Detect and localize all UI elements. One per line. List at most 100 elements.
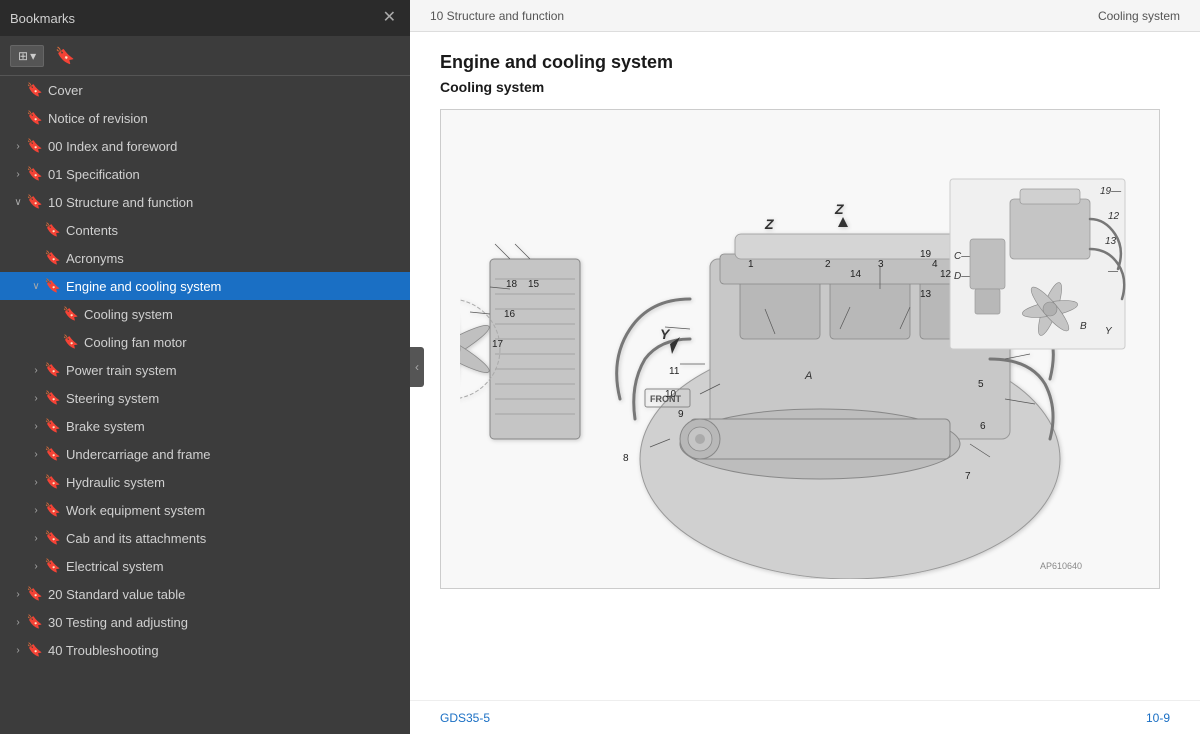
engine-diagram: Z Z Y A FRONT [440, 109, 1160, 589]
label-16: 16 [504, 309, 516, 320]
sidebar-item-engine-cooling[interactable]: ∨🔖Engine and cooling system [0, 272, 410, 300]
sidebar-item-cab[interactable]: ›🔖 Cab and its attachments [0, 524, 410, 552]
sidebar-item-hydraulic[interactable]: ›🔖Hydraulic system [0, 468, 410, 496]
sidebar-item-undercarriage[interactable]: ›🔖Undercarriage and frame [0, 440, 410, 468]
sidebar-item-10-structure[interactable]: ∨🔖 10 Structure and function [0, 188, 410, 216]
sidebar-item-electrical[interactable]: ›🔖Electrical system [0, 552, 410, 580]
label-7: 7 [965, 471, 971, 482]
sidebar-toggle[interactable]: ‹ [410, 347, 424, 387]
sidebar: Bookmarks ✕ ⊞ ▾ 🔖 🔖 Cover 🔖Notice of revis… [0, 0, 410, 734]
svg-text:13: 13 [1105, 236, 1117, 247]
label-17: 17 [492, 339, 504, 350]
sidebar-item-work-equip[interactable]: ›🔖Work equipment system [0, 496, 410, 524]
sidebar-item-label: Cooling fan motor [84, 335, 402, 350]
label-13: 13 [920, 289, 932, 300]
svg-text:—: — [1107, 266, 1119, 277]
label-10: 10 [665, 389, 677, 400]
bookmark-icon: 🔖 [44, 250, 62, 266]
bookmark-icon: 🔖 [26, 138, 44, 154]
chevron-icon: › [10, 169, 26, 180]
label-19: 19 [920, 249, 932, 260]
page-footer: GDS35-5 10-9 [410, 700, 1200, 734]
sidebar-item-00-index[interactable]: ›🔖00 Index and foreword [0, 132, 410, 160]
chevron-icon: › [28, 477, 44, 488]
bookmark-icon: 🔖 [44, 502, 62, 518]
main-content: 10 Structure and function Cooling system… [410, 0, 1200, 734]
sidebar-item-label: 00 Index and foreword [48, 139, 402, 154]
bookmark-icon-button[interactable]: 🔖 [50, 44, 80, 68]
bookmark-icon: 🔖 [44, 222, 62, 238]
sidebar-item-acronyms[interactable]: 🔖 Acronyms [0, 244, 410, 272]
sidebar-item-30-testing[interactable]: ›🔖 30 Testing and adjusting [0, 608, 410, 636]
chevron-icon: ∨ [10, 197, 26, 208]
bookmark-icon: 🔖 [26, 614, 44, 630]
sidebar-item-40-trouble[interactable]: ›🔖 40 Troubleshooting [0, 636, 410, 664]
page-header-right: Cooling system [1098, 9, 1180, 23]
label-6: 6 [980, 421, 986, 432]
svg-text:19—: 19— [1100, 186, 1122, 197]
chevron-icon: › [28, 533, 44, 544]
sidebar-item-cooling-system[interactable]: 🔖Cooling system [0, 300, 410, 328]
svg-text:Z: Z [764, 216, 774, 232]
sidebar-item-label: Hydraulic system [66, 475, 402, 490]
bookmark-icon: 🔖 [62, 334, 80, 350]
sidebar-item-steering[interactable]: ›🔖 Steering system [0, 384, 410, 412]
layout-icon: ⊞ [18, 49, 28, 63]
chevron-icon: ∨ [28, 281, 44, 292]
sidebar-item-notice[interactable]: 🔖Notice of revision [0, 104, 410, 132]
sidebar-item-20-standard[interactable]: ›🔖20 Standard value table [0, 580, 410, 608]
bookmark-icon: 🔖 [44, 530, 62, 546]
sidebar-item-label: Brake system [66, 419, 402, 434]
sidebar-item-label: 20 Standard value table [48, 587, 402, 602]
layout-button[interactable]: ⊞ ▾ [10, 45, 44, 67]
label-1: 1 [748, 259, 754, 270]
bookmark-icon: 🔖 [26, 642, 44, 658]
sidebar-header: Bookmarks ✕ [0, 0, 410, 36]
label-4: 4 [932, 259, 938, 270]
close-button[interactable]: ✕ [379, 8, 400, 28]
bookmark-icon: 🔖 [44, 390, 62, 406]
sidebar-toolbar: ⊞ ▾ 🔖 [0, 36, 410, 76]
sidebar-item-label: 30 Testing and adjusting [48, 615, 402, 630]
dropdown-arrow: ▾ [30, 49, 36, 63]
label-9: 9 [678, 409, 684, 420]
sidebar-item-label: Undercarriage and frame [66, 447, 402, 462]
chevron-icon: › [28, 449, 44, 460]
page-body[interactable]: Engine and cooling system Cooling system [410, 32, 1200, 700]
svg-text:Z: Z [834, 201, 844, 217]
footer-right: 10-9 [1146, 711, 1170, 725]
sidebar-item-label: Cab and its attachments [66, 531, 402, 546]
sidebar-content[interactable]: 🔖Cover🔖Notice of revision›🔖00 Index and … [0, 76, 410, 734]
label-3: 3 [878, 259, 884, 270]
label-5: 5 [978, 379, 984, 390]
chevron-icon: › [10, 617, 26, 628]
sidebar-item-label: Cover [48, 83, 402, 98]
bookmark-icon: 🔖 [26, 82, 44, 98]
sidebar-item-01-spec[interactable]: ›🔖01 Specification [0, 160, 410, 188]
label-12: 12 [940, 269, 952, 280]
bookmark-icon: 🔖 [44, 418, 62, 434]
sidebar-item-cover[interactable]: 🔖 Cover [0, 76, 410, 104]
bookmark-icon: 🔖 [26, 194, 44, 210]
sidebar-item-label: Acronyms [66, 251, 402, 266]
sidebar-item-brake[interactable]: ›🔖Brake system [0, 412, 410, 440]
chevron-icon: › [28, 561, 44, 572]
footer-left: GDS35-5 [440, 711, 490, 725]
page-header: 10 Structure and function Cooling system [410, 0, 1200, 32]
sidebar-item-contents[interactable]: 🔖Contents [0, 216, 410, 244]
sidebar-item-label: Electrical system [66, 559, 402, 574]
chevron-icon: › [28, 365, 44, 376]
chevron-icon: › [10, 645, 26, 656]
sidebar-item-power-train[interactable]: ›🔖 Power train system [0, 356, 410, 384]
label-2: 2 [825, 259, 831, 270]
sidebar-item-label: 40 Troubleshooting [48, 643, 402, 658]
sidebar-item-label: Work equipment system [66, 503, 402, 518]
sidebar-item-label: 10 Structure and function [48, 195, 402, 210]
chevron-icon: › [28, 393, 44, 404]
sidebar-item-label: Steering system [66, 391, 402, 406]
label-14: 14 [850, 269, 862, 280]
sidebar-item-cooling-fan[interactable]: 🔖 Cooling fan motor [0, 328, 410, 356]
sidebar-item-label: Power train system [66, 363, 402, 378]
bookmark-icon: 🔖 [44, 362, 62, 378]
bookmark-icon: 🔖 [44, 278, 62, 294]
